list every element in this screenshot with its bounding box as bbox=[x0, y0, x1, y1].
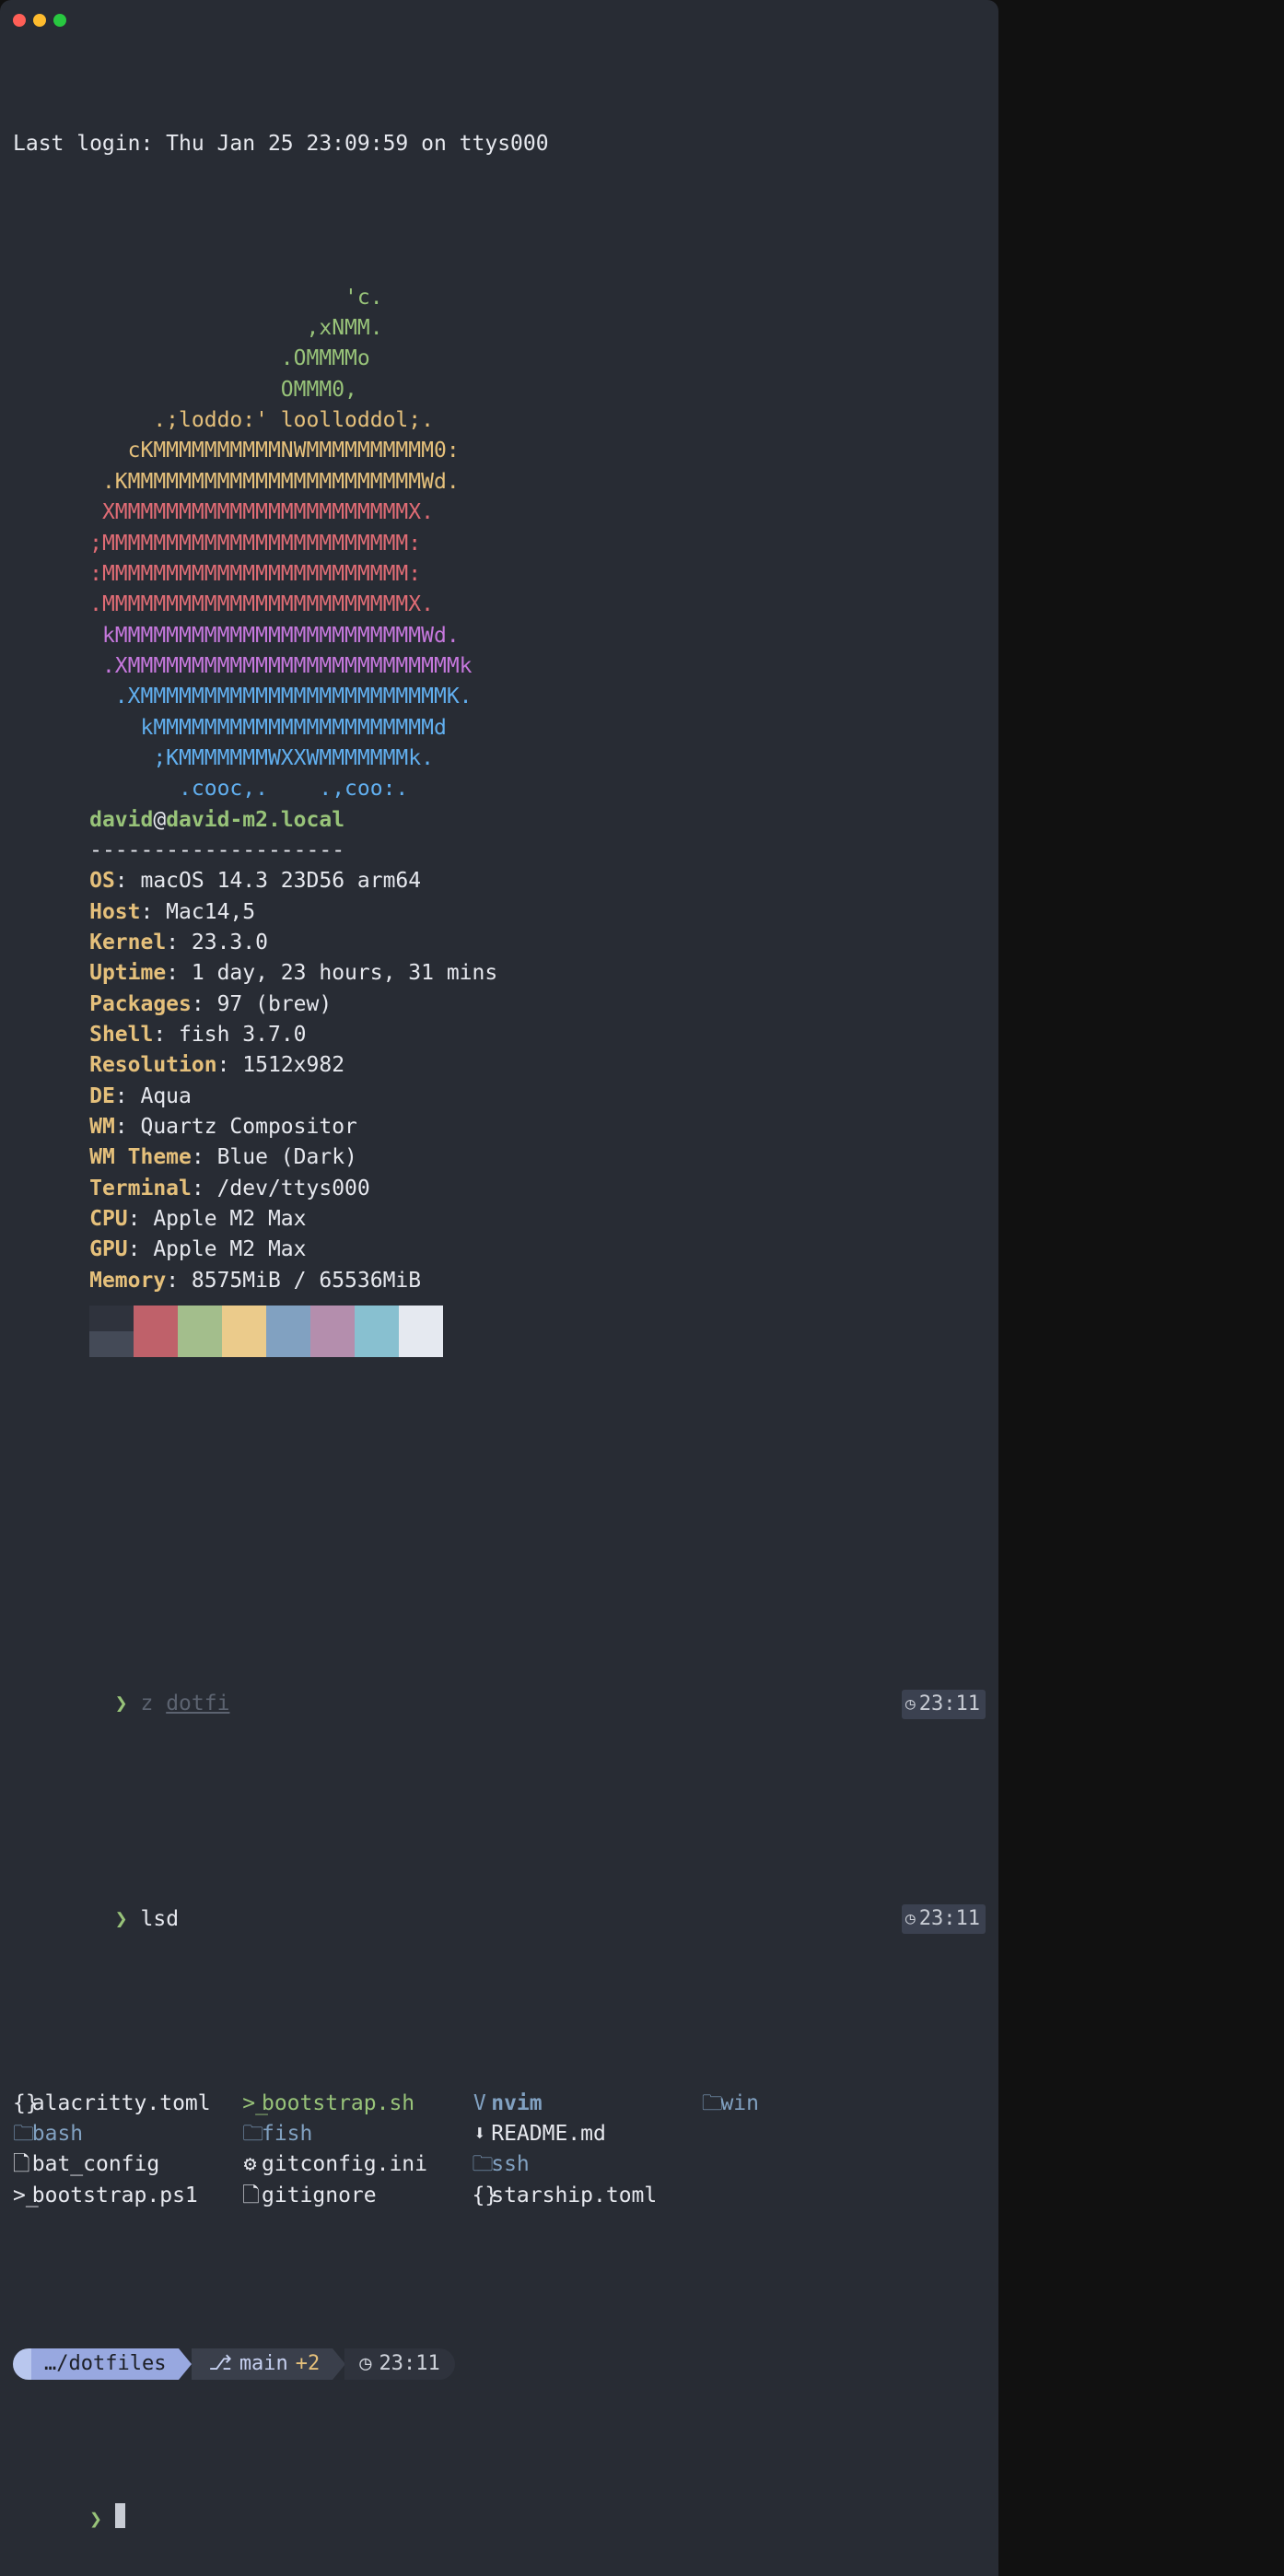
file-name: starship.toml bbox=[491, 2181, 657, 2211]
cursor bbox=[115, 2503, 125, 2529]
file-name: bootstrap.sh bbox=[262, 2089, 414, 2119]
file-name: bat_config bbox=[32, 2149, 159, 2180]
system-info: david@david-m2.local -------------------… bbox=[89, 805, 497, 1358]
neofetch-block: 'c. ,xNMM. .OMMMMo OMMM0, .;loddo:' lool… bbox=[13, 252, 986, 1388]
command-line-1: ❯ z dotfi ◷23:11 bbox=[13, 1658, 986, 1751]
file-icon: 🗋 bbox=[242, 2181, 258, 2211]
segment-os bbox=[13, 2348, 31, 2380]
list-item: ⬇README.md bbox=[472, 2119, 701, 2149]
time-badge: ◷23:11 bbox=[902, 1904, 986, 1934]
branch-name: main bbox=[239, 2349, 288, 2379]
file-icon: {} bbox=[13, 2089, 29, 2119]
file-name: gitconfig.ini bbox=[262, 2149, 427, 2180]
list-item: 🗀bash bbox=[13, 2119, 242, 2149]
file-name: gitignore bbox=[262, 2181, 377, 2211]
file-icon: {} bbox=[472, 2181, 487, 2211]
prompt-glyph: ❯ bbox=[115, 1907, 128, 1931]
close-window-button[interactable] bbox=[13, 14, 26, 27]
list-item bbox=[702, 2181, 829, 2211]
file-icon: 🗀 bbox=[13, 2119, 29, 2149]
window-titlebar bbox=[0, 0, 998, 33]
segment-path-arrow bbox=[179, 2348, 192, 2380]
minimize-window-button[interactable] bbox=[33, 14, 46, 27]
list-item: 🗀ssh bbox=[472, 2149, 701, 2180]
prompt-glyph: ❯ bbox=[89, 2507, 102, 2531]
file-icon: >_ bbox=[242, 2089, 258, 2119]
segment-path: …/dotfiles bbox=[31, 2348, 179, 2380]
segment-git: ⎇ main +2 bbox=[192, 2348, 333, 2380]
clock-icon: ◷ bbox=[905, 1907, 916, 1931]
prompt-glyph: ❯ bbox=[115, 1692, 128, 1715]
file-name: bash bbox=[32, 2119, 83, 2149]
file-name: bootstrap.ps1 bbox=[32, 2181, 198, 2211]
cmd-text: z bbox=[141, 1692, 167, 1715]
terminal-window[interactable]: Last login: Thu Jan 25 23:09:59 on ttys0… bbox=[0, 0, 998, 2576]
file-icon: 🗀 bbox=[472, 2149, 487, 2180]
lsd-listing: {}alacritty.toml>_bootstrap.shVnvim🗀win🗀… bbox=[13, 2089, 986, 2211]
list-item: ⚙gitconfig.ini bbox=[242, 2149, 472, 2180]
active-prompt[interactable]: ❯ bbox=[13, 2472, 986, 2566]
list-item: 🗀win bbox=[702, 2089, 829, 2119]
color-swatches bbox=[89, 1306, 497, 1357]
file-icon: 🗀 bbox=[242, 2119, 258, 2149]
segment-time: ◷23:11 bbox=[344, 2348, 454, 2380]
file-name: ssh bbox=[491, 2149, 530, 2180]
file-name: README.md bbox=[491, 2119, 606, 2149]
list-item: 🗋bat_config bbox=[13, 2149, 242, 2180]
file-name: fish bbox=[262, 2119, 312, 2149]
list-item: >_bootstrap.sh bbox=[242, 2089, 472, 2119]
terminal-content[interactable]: Last login: Thu Jan 25 23:09:59 on ttys0… bbox=[0, 33, 998, 2576]
clock-icon: ◷ bbox=[359, 2349, 371, 2379]
cmd-text: lsd bbox=[141, 1907, 180, 1931]
starship-prompt: …/dotfiles ⎇ main +2 ◷23:11 bbox=[13, 2348, 986, 2380]
list-item: Vnvim bbox=[472, 2089, 701, 2119]
list-item bbox=[702, 2119, 829, 2149]
file-name: win bbox=[720, 2089, 759, 2119]
zoom-window-button[interactable] bbox=[53, 14, 66, 27]
command-line-2: ❯ lsd ◷23:11 bbox=[13, 1873, 986, 1965]
list-item: {}starship.toml bbox=[472, 2181, 701, 2211]
file-icon: 🗀 bbox=[702, 2089, 718, 2119]
file-icon: >_ bbox=[13, 2181, 29, 2211]
file-icon: ⬇ bbox=[472, 2119, 487, 2149]
file-icon: 🗋 bbox=[13, 2149, 29, 2180]
clock-icon: ◷ bbox=[905, 1692, 916, 1716]
list-item: 🗀fish bbox=[242, 2119, 472, 2149]
git-ahead-count: +2 bbox=[296, 2349, 321, 2379]
file-name: alacritty.toml bbox=[32, 2089, 211, 2119]
file-icon: V bbox=[472, 2089, 487, 2119]
cmd-arg: dotfi bbox=[166, 1692, 229, 1715]
apple-ascii-logo: 'c. ,xNMM. .OMMMMo OMMM0, .;loddo:' lool… bbox=[89, 283, 523, 805]
time-badge: ◷23:11 bbox=[902, 1690, 986, 1719]
branch-icon: ⎇ bbox=[208, 2349, 231, 2379]
list-item: 🗋gitignore bbox=[242, 2181, 472, 2211]
last-login-line: Last login: Thu Jan 25 23:09:59 on ttys0… bbox=[13, 129, 986, 159]
list-item bbox=[702, 2149, 829, 2180]
segment-git-arrow bbox=[333, 2348, 345, 2380]
file-icon: ⚙ bbox=[242, 2149, 258, 2180]
file-name: nvim bbox=[491, 2089, 542, 2119]
list-item: {}alacritty.toml bbox=[13, 2089, 242, 2119]
list-item: >_bootstrap.ps1 bbox=[13, 2181, 242, 2211]
